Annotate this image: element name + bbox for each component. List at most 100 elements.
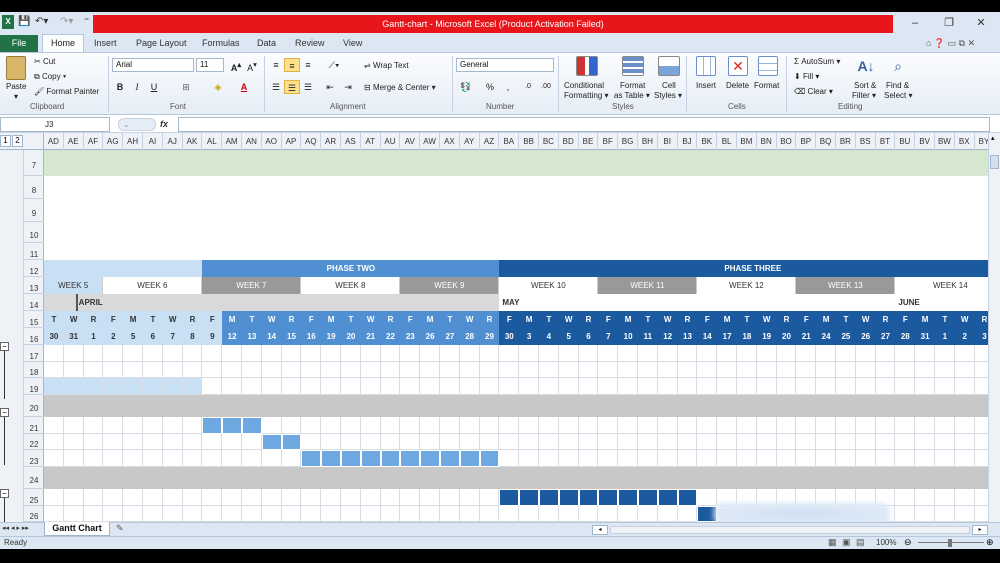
- grid-cell[interactable]: [242, 434, 262, 450]
- grid-cell[interactable]: [281, 417, 302, 434]
- column-header[interactable]: AN: [242, 133, 262, 150]
- gantt-bar-segment[interactable]: [301, 450, 322, 467]
- grid-cell[interactable]: [321, 489, 341, 506]
- grid-cell[interactable]: [558, 362, 579, 378]
- grid-cell[interactable]: [242, 450, 262, 467]
- grid-cell[interactable]: [222, 450, 242, 467]
- column-header[interactable]: BB: [519, 133, 539, 150]
- delete-cells-icon[interactable]: ✕: [728, 56, 748, 76]
- column-header[interactable]: AD: [44, 133, 64, 150]
- view-normal-icon[interactable]: ▦: [828, 537, 837, 548]
- grid-cell[interactable]: [341, 434, 361, 450]
- row-header[interactable]: 24: [24, 467, 44, 489]
- insert-function-icon[interactable]: fx: [160, 117, 178, 132]
- row-header[interactable]: 26: [24, 506, 44, 522]
- grid-cell[interactable]: [717, 450, 737, 467]
- percent-icon[interactable]: %: [482, 80, 498, 94]
- grid-cell[interactable]: [638, 417, 658, 434]
- grid-cell[interactable]: [855, 450, 876, 467]
- grid-cell[interactable]: [657, 506, 678, 522]
- grid-cell[interactable]: [895, 362, 916, 378]
- grid-cell[interactable]: [281, 362, 302, 378]
- grid-cell[interactable]: [222, 489, 242, 506]
- gantt-bar-segment[interactable]: [677, 489, 698, 506]
- grid-cell[interactable]: [677, 434, 698, 450]
- grid-cell[interactable]: [143, 450, 163, 467]
- grid-cell[interactable]: [697, 450, 718, 467]
- grid-cell[interactable]: [519, 345, 539, 362]
- grid-cell[interactable]: [737, 362, 757, 378]
- grid-cell[interactable]: [162, 417, 183, 434]
- grid-cell[interactable]: [242, 378, 262, 395]
- grid-cell[interactable]: [123, 489, 143, 506]
- tab-formulas[interactable]: Formulas: [202, 36, 240, 50]
- grid-cell[interactable]: [935, 417, 955, 434]
- grid-cell[interactable]: [657, 434, 678, 450]
- grid-cell[interactable]: [420, 345, 440, 362]
- grid-cell[interactable]: [539, 417, 559, 434]
- grid-cell[interactable]: [281, 450, 302, 467]
- grid-cell[interactable]: [836, 434, 856, 450]
- grid-cell[interactable]: [558, 506, 579, 522]
- grid-cell[interactable]: [875, 417, 896, 434]
- grid-cell[interactable]: [420, 378, 440, 395]
- column-header[interactable]: AS: [341, 133, 361, 150]
- grid-cell[interactable]: [578, 345, 599, 362]
- grid-cell[interactable]: [400, 417, 421, 434]
- grid-cell[interactable]: [222, 434, 242, 450]
- grid-cell[interactable]: [974, 489, 988, 506]
- grid-cell[interactable]: [519, 378, 539, 395]
- customize-quick-access-icon[interactable]: ⁼: [84, 15, 89, 29]
- grid-cell[interactable]: [440, 378, 460, 395]
- grid-cell[interactable]: [717, 378, 737, 395]
- align-bottom-icon[interactable]: ≡: [300, 58, 316, 72]
- row-header[interactable]: 23: [24, 450, 44, 467]
- cell-styles-icon[interactable]: [658, 56, 680, 76]
- grid-cell[interactable]: [598, 450, 619, 467]
- grid-cell[interactable]: [281, 345, 302, 362]
- insert-cells-icon[interactable]: [696, 56, 716, 76]
- gantt-bar-segment[interactable]: [440, 450, 460, 467]
- column-header[interactable]: AM: [222, 133, 242, 150]
- grid-cell[interactable]: [598, 378, 619, 395]
- column-header[interactable]: AE: [64, 133, 84, 150]
- grid-cell[interactable]: [558, 417, 579, 434]
- grid-cell[interactable]: [123, 417, 143, 434]
- grid-cell[interactable]: [479, 506, 500, 522]
- fill-color-icon[interactable]: ◈: [210, 80, 226, 94]
- row-header[interactable]: 16: [24, 328, 44, 345]
- grid-cell[interactable]: [143, 434, 163, 450]
- decrease-decimal-icon[interactable]: .00: [538, 80, 554, 94]
- grid-cell[interactable]: [855, 362, 876, 378]
- grid-cell[interactable]: [657, 450, 678, 467]
- grid-cell[interactable]: [400, 434, 421, 450]
- row-header[interactable]: 10: [24, 222, 44, 243]
- grid-cell[interactable]: [123, 450, 143, 467]
- autosum-button[interactable]: Σ AutoSum ▾: [794, 57, 840, 67]
- grid-cell[interactable]: [519, 362, 539, 378]
- grid-cell[interactable]: [341, 506, 361, 522]
- grid-cell[interactable]: [420, 434, 440, 450]
- formula-cancel-enter-icon[interactable]: ⌄: [118, 118, 156, 131]
- scroll-left-icon[interactable]: ◂: [592, 525, 608, 535]
- column-header[interactable]: BN: [757, 133, 777, 150]
- grid-cell[interactable]: [479, 378, 500, 395]
- grid-cell[interactable]: [618, 378, 638, 395]
- clear-button[interactable]: ⌫ Clear ▾: [794, 87, 833, 97]
- vertical-scrollbar[interactable]: ▴: [988, 133, 1000, 522]
- grid-cell[interactable]: [360, 345, 381, 362]
- grid-cell[interactable]: [915, 489, 935, 506]
- row-header[interactable]: 21: [24, 417, 44, 434]
- vertical-scroll-thumb[interactable]: [990, 155, 999, 169]
- grid-cell[interactable]: [420, 489, 440, 506]
- grid-cell[interactable]: [162, 506, 183, 522]
- paste-button[interactable]: Paste: [6, 82, 26, 92]
- row-header[interactable]: 18: [24, 362, 44, 378]
- grid-cell[interactable]: [618, 345, 638, 362]
- grid-cell[interactable]: [143, 417, 163, 434]
- grid-cell[interactable]: [519, 417, 539, 434]
- grid-cell[interactable]: [519, 434, 539, 450]
- grid-cell[interactable]: [499, 450, 520, 467]
- grid-cell[interactable]: [816, 434, 836, 450]
- conditional-formatting-button[interactable]: Conditional: [564, 81, 604, 91]
